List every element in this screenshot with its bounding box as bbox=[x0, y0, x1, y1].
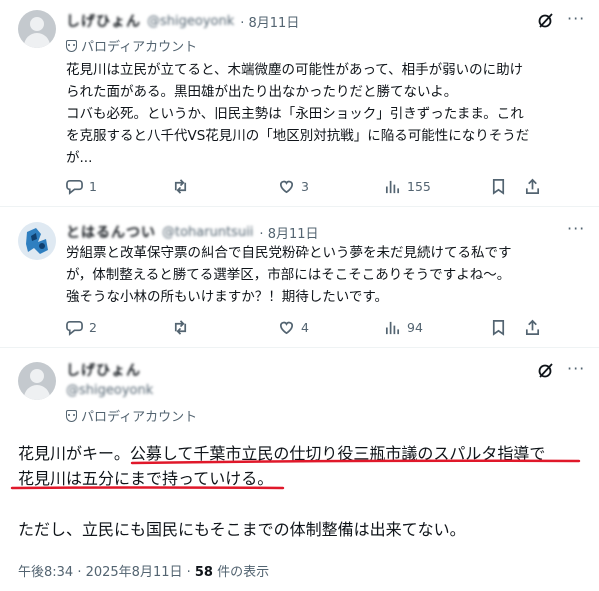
avatar[interactable] bbox=[18, 362, 56, 400]
grok-icon[interactable] bbox=[537, 11, 555, 33]
heart-icon bbox=[279, 180, 294, 193]
views-count: 58 bbox=[194, 565, 213, 580]
main-tweet-text-2: ただし、立民にも国民にもそこまでの体制整備は出来てない。 bbox=[18, 520, 466, 539]
parody-badge: パロディアカウント bbox=[66, 406, 197, 425]
more-options-icon[interactable]: ··· bbox=[567, 219, 585, 238]
author-handle[interactable]: @toharuntsuii bbox=[162, 225, 253, 240]
avatar[interactable] bbox=[18, 10, 56, 48]
retweet-icon bbox=[174, 319, 187, 335]
share-button[interactable] bbox=[524, 178, 541, 195]
reply-button[interactable]: 1 bbox=[66, 178, 172, 195]
tweet-actions: 2 4 94 bbox=[66, 317, 586, 337]
like-button[interactable]: 4 bbox=[278, 319, 384, 336]
tweet-text: 労組票と改革保守票の糾合で自民党粉砕という夢を未だ見続けてる私です が，体制整え… bbox=[66, 245, 512, 305]
divider bbox=[0, 206, 599, 207]
more-options-icon[interactable]: ··· bbox=[567, 359, 585, 378]
views-label: 件の表示 bbox=[212, 565, 270, 580]
tweet-meta: 午後8:34 · 2025年8月11日 · 58 件の表示 bbox=[18, 561, 269, 580]
share-button[interactable] bbox=[524, 319, 541, 336]
parody-badge: パロディアカウント bbox=[66, 36, 197, 55]
mask-icon bbox=[66, 39, 77, 52]
red-underline-annotation bbox=[10, 459, 581, 490]
mask-icon bbox=[66, 409, 77, 422]
tweet-date[interactable]: · 8月11日 bbox=[240, 12, 299, 31]
bookmark-button[interactable] bbox=[490, 319, 524, 336]
reply-icon bbox=[66, 179, 83, 195]
bookmark-button[interactable] bbox=[490, 178, 524, 195]
grok-icon[interactable] bbox=[537, 361, 555, 383]
author-name[interactable]: しげひょん bbox=[66, 360, 153, 380]
retweet-icon bbox=[174, 178, 187, 194]
share-icon bbox=[525, 319, 540, 335]
author-name[interactable]: しげひょん bbox=[66, 11, 141, 31]
tweet-text: 花見川は立民が立てると、木端微塵の可能性があって、相手が弱いのに助け られた面が… bbox=[66, 62, 530, 166]
retweet-button[interactable] bbox=[172, 319, 278, 336]
heart-icon bbox=[279, 321, 294, 334]
more-options-icon[interactable]: ··· bbox=[567, 9, 585, 28]
bookmark-icon bbox=[492, 178, 505, 195]
author-name[interactable]: とはるんつい bbox=[66, 222, 156, 242]
reply-icon bbox=[66, 320, 83, 336]
views-button[interactable]: 94 bbox=[384, 319, 490, 336]
views-icon bbox=[385, 321, 400, 334]
bookmark-icon bbox=[492, 319, 505, 336]
tweet-date[interactable]: · 8月11日 bbox=[259, 223, 318, 242]
timestamp-link[interactable]: 午後8:34 · 2025年8月11日 · bbox=[18, 565, 195, 580]
avatar-image bbox=[18, 222, 56, 260]
views-button[interactable]: 155 bbox=[384, 178, 490, 195]
divider bbox=[0, 347, 599, 348]
author-handle[interactable]: @shigeoyonk bbox=[66, 383, 153, 398]
tweet-actions: 1 3 155 bbox=[66, 176, 586, 196]
retweet-button[interactable] bbox=[172, 178, 278, 195]
avatar[interactable] bbox=[18, 222, 56, 260]
reply-button[interactable]: 2 bbox=[66, 319, 172, 336]
author-handle[interactable]: @shigeoyonk bbox=[147, 14, 234, 29]
like-button[interactable]: 3 bbox=[278, 178, 384, 195]
share-icon bbox=[525, 178, 540, 194]
views-icon bbox=[385, 180, 400, 193]
